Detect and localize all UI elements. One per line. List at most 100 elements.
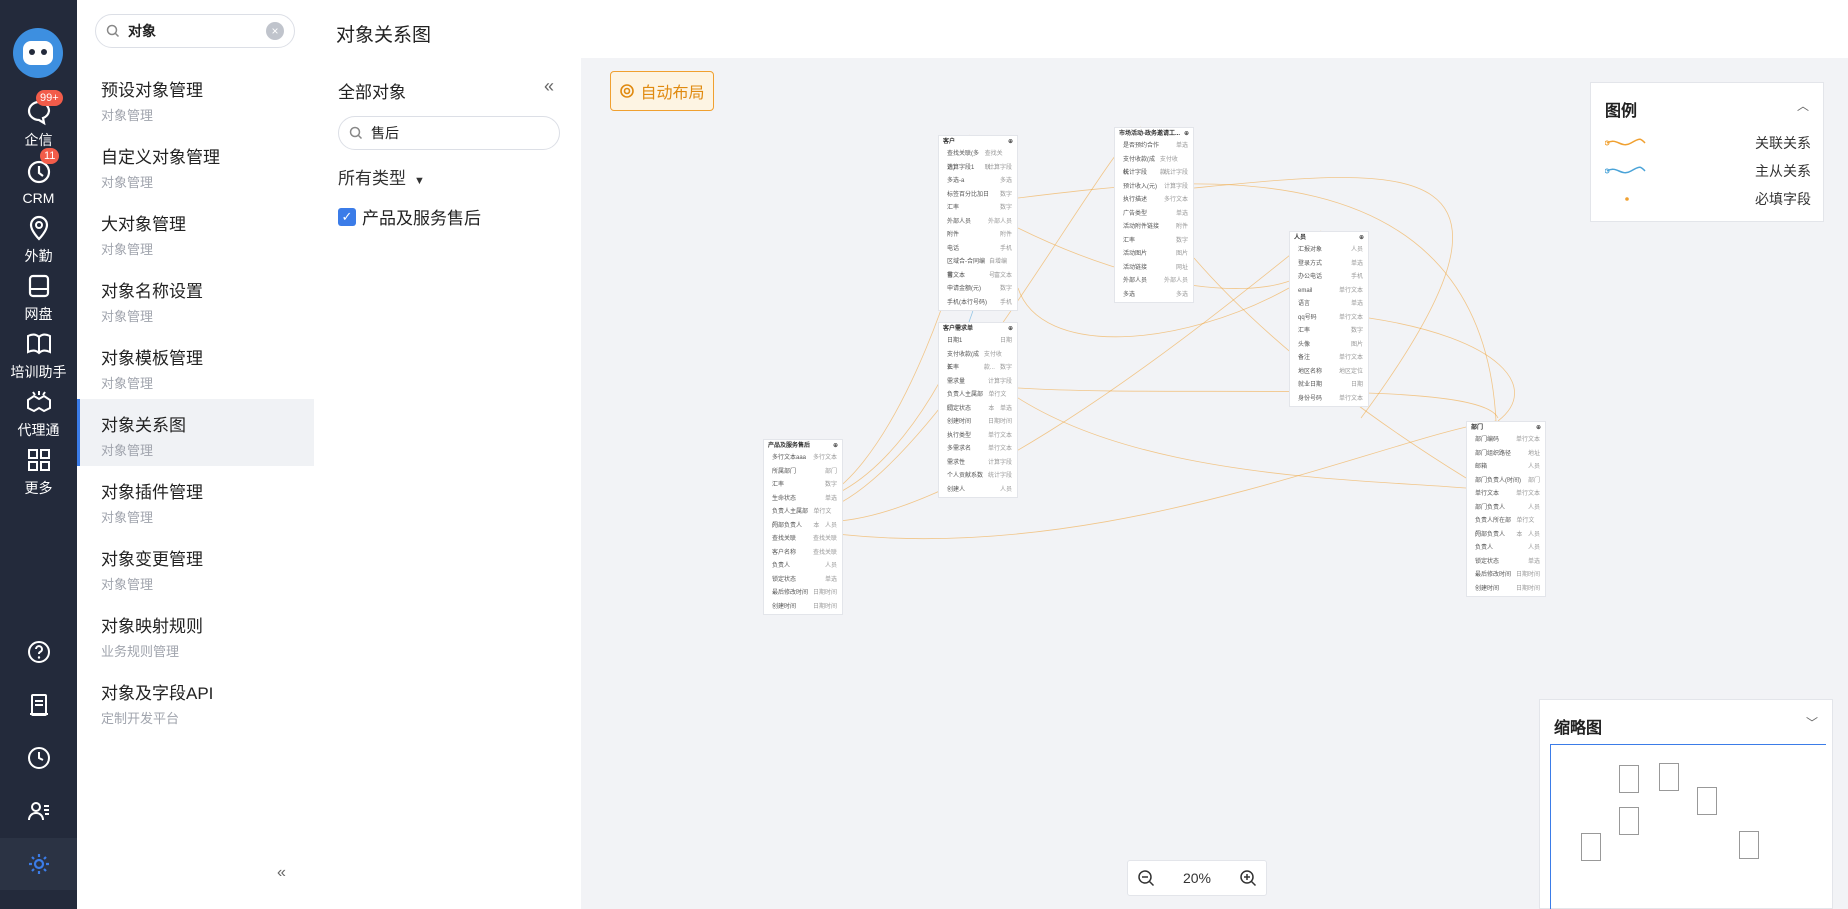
node-menu-icon[interactable]: ⊕ <box>1184 128 1189 140</box>
rail-item-chat[interactable]: 企信 99+ <box>0 90 77 154</box>
rail-item-training[interactable]: 培训助手 <box>0 326 77 386</box>
type-select[interactable]: 所有类型 ▼ <box>338 164 425 189</box>
help-button[interactable] <box>0 627 77 677</box>
menu-item[interactable]: 对象模板管理 对象管理 <box>77 332 314 399</box>
node-field-row: 创建时间 日期时间 <box>939 416 1017 430</box>
notes-button[interactable] <box>0 680 77 730</box>
object-checkbox-row[interactable]: ✓ 产品及服务售后 <box>338 204 481 229</box>
field-type: 查找关联... <box>984 151 1003 171</box>
auto-layout-button[interactable]: 自动布局 <box>610 71 714 111</box>
menu-item[interactable]: 对象关系图 对象管理 <box>77 399 314 466</box>
field-type: 人员 <box>1350 247 1363 253</box>
field-name: 执行描述 <box>1123 197 1148 203</box>
settings-menu: 对象 × 预设对象管理 对象管理 自定义对象管理 对象管理 大对象管理 对象管理 对象名称设… <box>77 0 314 909</box>
field-type: 查找关联 <box>812 549 837 556</box>
field-type: 富文本 <box>993 272 1012 279</box>
field-type: 人员 <box>824 522 837 529</box>
rail-item-agent[interactable]: 代理通 <box>0 384 77 444</box>
node-menu-icon[interactable]: ⊕ <box>1359 232 1364 244</box>
field-name: 申请金额(元) <box>947 286 981 292</box>
menu-item[interactable]: 对象映射规则 业务规则管理 <box>77 600 314 667</box>
node-field-row: 活动链接 网址 <box>1115 262 1193 276</box>
menu-collapse-button[interactable]: « <box>277 864 286 882</box>
menu-item-subtitle: 对象管理 <box>101 242 154 257</box>
history-button[interactable] <box>0 733 77 783</box>
field-type: 数字 <box>1350 328 1363 334</box>
chevron-down-icon[interactable]: ﹀ <box>1806 714 1818 731</box>
zoom-in-icon[interactable] <box>1238 868 1258 888</box>
rail-item-disk[interactable]: 网盘 <box>0 268 77 328</box>
checkbox-checked-icon[interactable]: ✓ <box>338 207 356 226</box>
rail-item-more[interactable]: 更多 <box>0 442 77 502</box>
legend-row-master-detail: 主从关系 <box>1605 161 1811 181</box>
node-menu-icon[interactable]: ⊕ <box>1536 422 1541 434</box>
menu-item[interactable]: 对象名称设置 对象管理 <box>77 265 314 332</box>
minimap-node <box>1619 765 1639 793</box>
object-search-value: 售后 <box>371 125 399 141</box>
field-name: 负责人 <box>772 563 791 569</box>
menu-item[interactable]: 大对象管理 对象管理 <box>77 198 314 265</box>
field-name: 附件 <box>947 232 960 238</box>
field-type: 支付收款... <box>983 351 1002 372</box>
object-node[interactable]: 客户 ⊕ 查找关联(多选) 查找关联... 计算字段1 计算字段 多选-a 多选 标签百分比加日… <box>938 135 1018 311</box>
object-node[interactable]: 市场活动-政务邀请工... ⊕ 是否预约合作 单选 支付收款(成长 支付收款... 统计字段… <box>1114 127 1194 303</box>
minimap-viewport[interactable] <box>1550 744 1826 909</box>
node-field-row: qq号码 单行文本 <box>1290 312 1368 326</box>
field-type: 数字 <box>999 191 1012 198</box>
rail-item-crm[interactable]: CRM 11 <box>0 148 77 212</box>
field-type: 多选 <box>1175 291 1188 298</box>
object-node[interactable]: 部门 ⊕ 部门编码 单行文本 部门组织路径 地址 邮箱 人员 部门负责人(时间) 部门 单行文本 单行… <box>1466 421 1546 597</box>
menu-item[interactable]: 对象插件管理 对象管理 <box>77 466 314 533</box>
legend-label: 主从关系 <box>1755 163 1811 179</box>
menu-search-value: 对象 <box>128 23 156 39</box>
all-objects-heading: 全部对象 <box>338 83 406 102</box>
node-field-row: 部门负责人(时间) 部门 <box>1467 475 1545 489</box>
relation-canvas[interactable]: 自动布局 客户 ⊕ 查找关联(多选) 查找关联... 计算字段1 计算字段 多选-a 多选 标签… <box>581 58 1848 909</box>
menu-item-title: 自定义对象管理 <box>101 148 220 167</box>
field-type: 部门 <box>824 468 837 475</box>
field-type: 数字 <box>824 482 837 488</box>
object-node[interactable]: 客户需求单 ⊕ 日期1 日期 支付收款(成长 支付收款... 汇率 数字 需求量 计算字段 负责人主… <box>938 322 1018 498</box>
field-name: 锁定状态 <box>1475 558 1500 565</box>
field-type: 部门 <box>1527 477 1540 484</box>
field-name: 部门负责人 <box>1475 504 1506 511</box>
legend-row-required: 必填字段 <box>1605 189 1811 209</box>
menu-item[interactable]: 对象变更管理 对象管理 <box>77 533 314 600</box>
user-avatar[interactable] <box>13 28 63 78</box>
node-menu-icon[interactable]: ⊕ <box>1008 323 1013 335</box>
object-node[interactable]: 产品及服务售后 ⊕ 多行文本aaa 多行文本 所属部门 部门 汇率 数字 生命状态 单选 负责人主属… <box>763 439 843 615</box>
node-field-row: 多需求名 单行文本 <box>939 443 1017 457</box>
minimap-title: 缩略图 <box>1554 720 1603 737</box>
field-type: 单选 <box>999 405 1012 412</box>
node-menu-icon[interactable]: ⊕ <box>833 440 838 452</box>
panel-collapse-button[interactable]: « <box>544 76 554 97</box>
node-field-row: 预计收入(元) 计算字段 <box>1115 181 1193 195</box>
type-select-value: 所有类型 <box>338 169 406 188</box>
menu-search-input[interactable]: 对象 × <box>95 14 295 48</box>
menu-item-title: 对象映射规则 <box>101 617 203 636</box>
field-name: 电话 <box>947 245 960 252</box>
settings-button[interactable] <box>0 838 77 890</box>
field-name: 多选 <box>1123 291 1136 298</box>
menu-item[interactable]: 预设对象管理 对象管理 <box>77 64 314 131</box>
minimap-node <box>1659 763 1679 791</box>
field-name: 标签百分比加日 <box>947 191 990 198</box>
minimap-node <box>1739 831 1759 859</box>
field-name: 预计收入(元) <box>1123 183 1157 190</box>
field-name: 负责人主属部门 <box>947 392 984 412</box>
menu-item-title: 对象关系图 <box>101 416 186 435</box>
chevron-up-icon[interactable]: ︿ <box>1797 97 1809 114</box>
disk-icon <box>28 274 49 298</box>
object-search-input[interactable]: 售后 <box>338 116 560 150</box>
menu-item[interactable]: 自定义对象管理 对象管理 <box>77 131 314 198</box>
contacts-button[interactable] <box>0 786 77 836</box>
field-type: 单行文本 <box>1338 314 1363 321</box>
field-type: 地址 <box>1527 450 1540 457</box>
rail-item-field[interactable]: 外勤 <box>0 210 77 270</box>
node-menu-icon[interactable]: ⊕ <box>1008 136 1013 148</box>
field-name: 多选-a <box>947 178 965 184</box>
clear-icon[interactable]: × <box>266 22 284 40</box>
object-node[interactable]: 人员 ⊕ 汇报对象 人员 登录方式 单选 办公电话 手机 email 单行文本 语言 单选 qq号码 单行… <box>1289 231 1369 407</box>
zoom-out-icon[interactable] <box>1136 868 1156 888</box>
menu-item[interactable]: 对象及字段API 定制开发平台 <box>77 667 314 734</box>
